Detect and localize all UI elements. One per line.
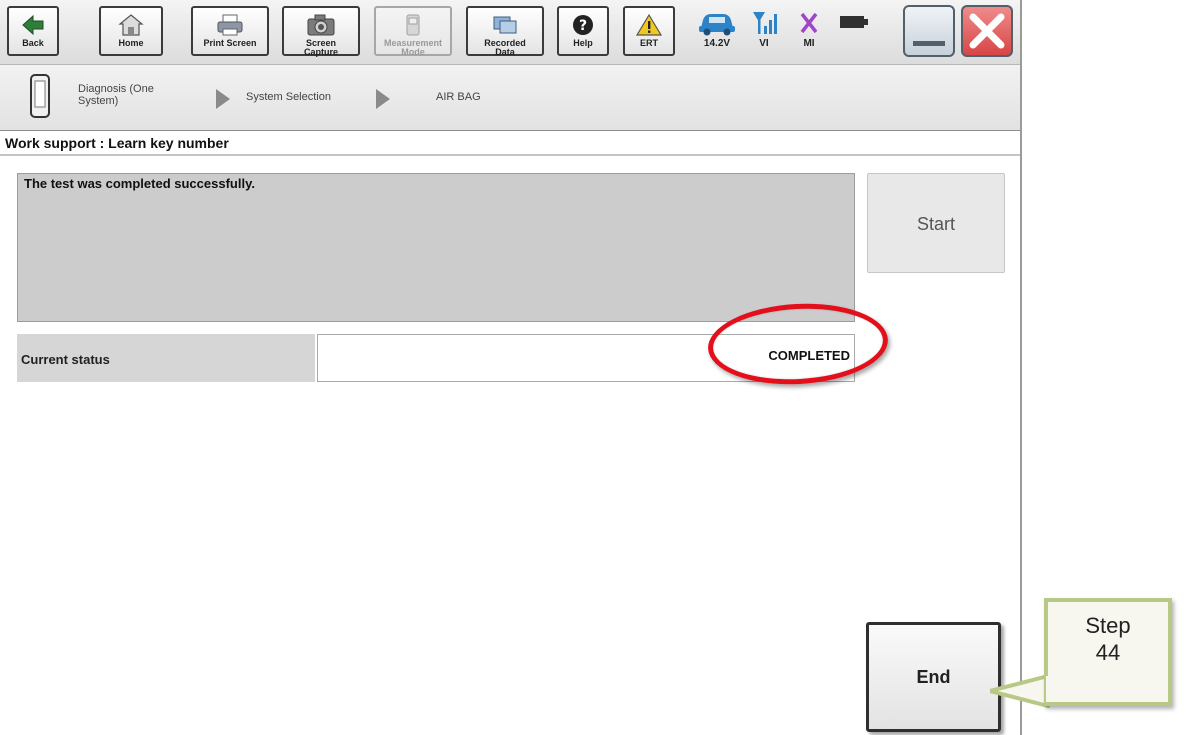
help-button[interactable]: ? Help [557,6,609,56]
start-button[interactable]: Start [867,173,1005,273]
callout-step-number: 44 [1095,640,1121,665]
callout-joint [1046,676,1052,702]
callout-pointer [990,674,1050,708]
breadcrumb-item-diagnosis[interactable]: Diagnosis (One System) [78,83,188,107]
breadcrumb-item-system-selection[interactable]: System Selection [246,91,331,103]
breadcrumb-arrow-icon [216,89,230,109]
device-icon [30,74,50,118]
back-arrow-icon [22,14,44,36]
work-support-panel: The test was completed successfully. Sta… [0,158,1020,735]
screen-capture-button[interactable]: Screen Capture [282,6,360,57]
step-callout: Step 44 [1044,598,1172,706]
breadcrumb-arrow-icon [376,89,390,109]
print-screen-button[interactable]: Print Screen [191,6,269,56]
end-button[interactable]: End [866,622,1001,732]
minimize-icon [913,41,945,46]
vi-status: VI [744,4,784,58]
battery-level-status [834,4,874,58]
battery-icon [840,16,868,28]
close-icon [969,13,1005,49]
recorded-data-button[interactable]: Recorded Data [466,6,544,57]
breadcrumb: Diagnosis (One System) System Selection … [0,65,1020,132]
back-button[interactable]: Back [7,6,59,56]
home-button[interactable]: Home [99,6,163,56]
page-title: Work support : Learn key number [0,131,1020,156]
x-mark-icon [800,12,818,34]
home-icon [118,14,144,36]
warning-icon [636,13,662,36]
signal-icon [753,12,777,34]
printer-icon [217,14,243,36]
camera-icon [307,14,335,36]
current-status-label: Current status [17,334,315,382]
measurement-icon [406,14,420,36]
callout-step-label: Step [1085,613,1131,638]
mi-status: MI [789,4,829,58]
measurement-mode-button[interactable]: Measurement Mode [374,6,452,57]
help-icon: ? [573,15,593,35]
result-message: The test was completed successfully. [24,176,255,191]
ert-button[interactable]: ERT [623,6,675,56]
car-battery-icon [699,14,735,36]
svg-text:?: ? [579,18,587,34]
consult-app-window: Back Home Print Screen Screen Capture Me… [0,0,1022,735]
breadcrumb-item-air-bag: AIR BAG [436,91,481,103]
close-button[interactable] [961,5,1013,57]
result-message-box: The test was completed successfully. [17,173,855,322]
recorded-data-icon [493,16,517,34]
toolbar: Back Home Print Screen Screen Capture Me… [0,0,1020,65]
minimize-button[interactable] [903,5,955,57]
battery-voltage-status: 14.2V [694,4,740,58]
